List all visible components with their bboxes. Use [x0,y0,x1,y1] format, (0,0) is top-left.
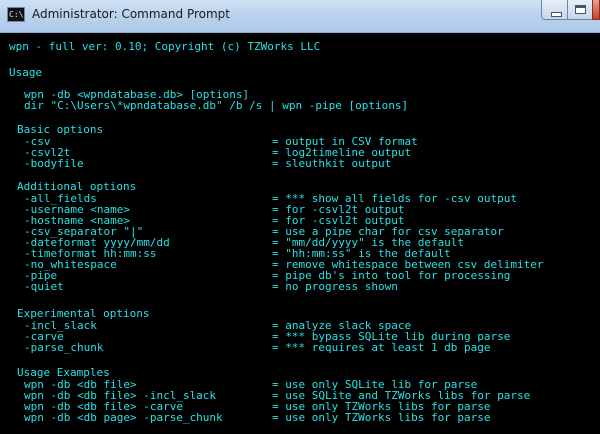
option-description: = no progress shown [272,280,398,293]
usage-heading: Usage [9,66,43,79]
command-prompt-window: C:\ Administrator: Command Prompt wpn - … [0,0,600,434]
example-command: wpn -db <db page> -parse_chunk [24,411,223,424]
example-row: wpn -db <db page> -parse_chunk = use onl… [0,412,600,424]
minimize-icon [551,12,562,17]
title-bar[interactable]: C:\ Administrator: Command Prompt [0,0,600,33]
usage-line: dir "C:\Users\*wpndatabase.db" /b /s | w… [24,99,409,112]
close-button[interactable] [592,0,600,20]
maximize-button[interactable] [567,0,593,20]
option-description: = sleuthkit output [272,157,392,170]
option-name: -bodyfile [24,157,84,170]
example-description: = use only TZWorks libs for parse [272,411,491,424]
option-row: -parse_chunk = *** requires at least 1 d… [0,342,600,354]
option-name: -parse_chunk [24,341,104,354]
option-row: -quiet = no progress shown [0,281,600,293]
console-output[interactable]: wpn - full ver: 0.10; Copyright (c) TZWo… [0,33,600,434]
option-name: -quiet [24,280,64,293]
window-title: Administrator: Command Prompt [32,7,230,21]
option-description: = *** requires at least 1 db page [272,341,491,354]
maximize-icon [575,5,586,14]
option-row: -bodyfile = sleuthkit output [0,158,600,170]
minimize-button[interactable] [541,0,568,20]
program-header: wpn - full ver: 0.10; Copyright (c) TZWo… [9,40,321,53]
console-app-icon[interactable]: C:\ [7,7,25,22]
